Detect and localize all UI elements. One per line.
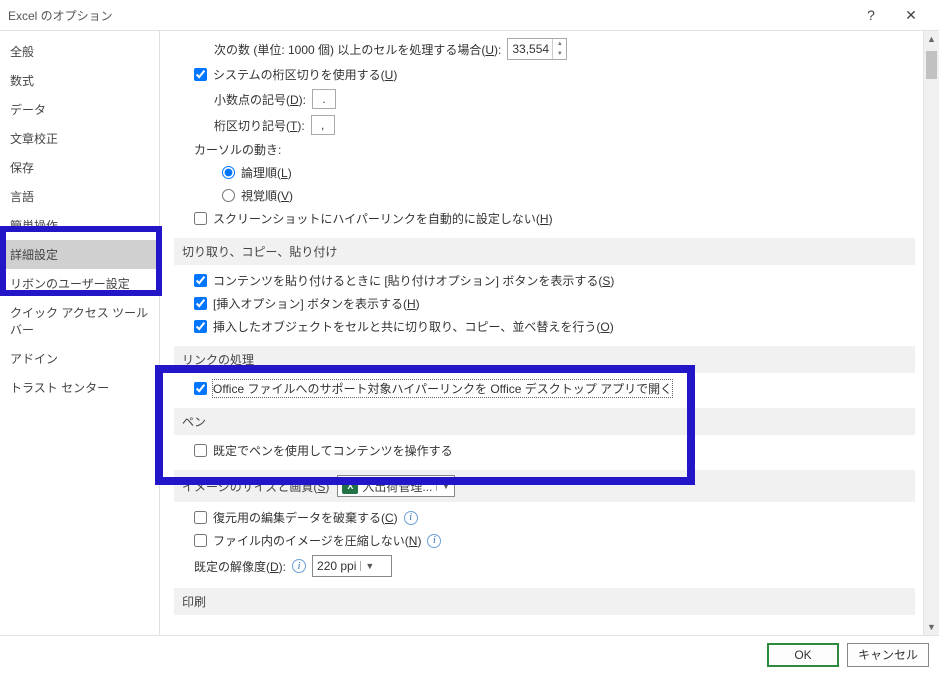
sidebar-item-save[interactable]: 保存 — [0, 153, 159, 182]
sidebar-item-ease[interactable]: 簡単操作 — [0, 211, 159, 240]
no-compress-checkbox[interactable] — [194, 534, 207, 547]
sidebar-item-formulas[interactable]: 数式 — [0, 66, 159, 95]
thousands-separator-label: 桁区切り記号(T): — [214, 117, 305, 134]
office-link-checkbox[interactable] — [194, 382, 207, 395]
sidebar-item-addins[interactable]: アドイン — [0, 344, 159, 373]
default-resolution-value: 220 ppi — [317, 559, 356, 573]
screenshot-hyperlink-checkbox[interactable] — [194, 212, 207, 225]
pen-default-checkbox[interactable] — [194, 444, 207, 457]
sidebar-item-advanced[interactable]: 詳細設定 — [0, 240, 159, 269]
section-pen: ペン — [174, 408, 915, 435]
scroll-up-arrow-icon[interactable]: ▲ — [924, 31, 939, 47]
sidebar-item-general[interactable]: 全般 — [0, 37, 159, 66]
image-workbook-dropdown[interactable]: X 入出荷管理... ▼ — [337, 475, 455, 497]
paste-options-label: コンテンツを貼り付けるときに [貼り付けオプション] ボタンを表示する(S) — [213, 272, 614, 289]
decimal-separator-input[interactable]: . — [312, 89, 336, 109]
paste-options-checkbox[interactable] — [194, 274, 207, 287]
chevron-down-icon: ▼ — [360, 561, 374, 571]
vertical-scrollbar[interactable]: ▲ ▼ — [923, 31, 939, 635]
discard-edit-data-label: 復元用の編集データを破棄する(C) — [213, 509, 398, 526]
info-icon[interactable]: i — [404, 511, 418, 525]
pen-default-label: 既定でペンを使用してコンテンツを操作する — [213, 442, 453, 459]
insert-options-checkbox[interactable] — [194, 297, 207, 310]
default-resolution-dropdown[interactable]: 220 ppi ▼ — [312, 555, 392, 577]
thousands-separator-input[interactable]: , — [311, 115, 335, 135]
inserted-objects-label: 挿入したオブジェクトをセルと共に切り取り、コピー、並べ替えを行う(O) — [213, 318, 614, 335]
main-panel: ▲ ▼ 次の数 (単位: 1000 個) 以上のセルを処理する場合(U): 33… — [160, 31, 939, 635]
default-resolution-label: 既定の解像度(D): — [194, 558, 286, 575]
ok-button[interactable]: OK — [767, 643, 839, 667]
chevron-down-icon: ▼ — [436, 481, 450, 491]
cursor-logical-radio[interactable] — [222, 166, 235, 179]
cursor-visual-radio[interactable] — [222, 189, 235, 202]
section-link-handling: リンクの処理 — [174, 346, 915, 373]
cells-threshold-value: 33,554 — [512, 42, 549, 56]
image-workbook-value: 入出荷管理... — [362, 478, 432, 495]
no-compress-label: ファイル内のイメージを圧縮しない(N) — [213, 532, 421, 549]
cursor-movement-label: カーソルの動き: — [194, 141, 281, 158]
spinner-up-icon[interactable]: ▲ — [552, 39, 566, 49]
cells-threshold-label: 次の数 (単位: 1000 個) 以上のセルを処理する場合(U): — [214, 41, 501, 58]
sidebar-item-proofing[interactable]: 文章校正 — [0, 124, 159, 153]
sidebar-item-trust[interactable]: トラスト センター — [0, 373, 159, 402]
window-title: Excel のオプション — [8, 7, 851, 24]
scrollbar-thumb[interactable] — [926, 51, 937, 79]
cells-threshold-input[interactable]: 33,554 ▲▼ — [507, 38, 567, 60]
section-image-size-quality: イメージのサイズと画質(S) X 入出荷管理... ▼ — [174, 470, 915, 502]
help-button[interactable]: ? — [851, 1, 891, 29]
scroll-down-arrow-icon[interactable]: ▼ — [924, 619, 939, 635]
sidebar-item-data[interactable]: データ — [0, 95, 159, 124]
screenshot-hyperlink-label: スクリーンショットにハイパーリンクを自動的に設定しない(H) — [213, 210, 553, 227]
category-sidebar: 全般 数式 データ 文章校正 保存 言語 簡単操作 詳細設定 リボンのユーザー設… — [0, 31, 160, 635]
cursor-logical-label: 論理順(L) — [241, 164, 292, 181]
info-icon[interactable]: i — [292, 559, 306, 573]
cancel-button[interactable]: キャンセル — [847, 643, 929, 667]
office-link-label: Office ファイルへのサポート対象ハイパーリンクを Office デスクトッ… — [213, 380, 672, 397]
cursor-visual-label: 視覚順(V) — [241, 187, 293, 204]
sidebar-item-qat[interactable]: クイック アクセス ツール バー — [0, 298, 159, 344]
excel-file-icon: X — [342, 478, 358, 494]
decimal-separator-label: 小数点の記号(D): — [214, 91, 306, 108]
insert-options-label: [挿入オプション] ボタンを表示する(H) — [213, 295, 420, 312]
section-cut-copy-paste: 切り取り、コピー、貼り付け — [174, 238, 915, 265]
sidebar-item-language[interactable]: 言語 — [0, 182, 159, 211]
use-system-separators-checkbox[interactable] — [194, 68, 207, 81]
close-button[interactable]: ✕ — [891, 1, 931, 29]
discard-edit-data-checkbox[interactable] — [194, 511, 207, 524]
use-system-separators-label: システムの桁区切りを使用する(U) — [213, 66, 397, 83]
sidebar-item-ribbon[interactable]: リボンのユーザー設定 — [0, 269, 159, 298]
info-icon[interactable]: i — [427, 534, 441, 548]
spinner-down-icon[interactable]: ▼ — [552, 49, 566, 59]
inserted-objects-checkbox[interactable] — [194, 320, 207, 333]
dialog-footer: OK キャンセル — [0, 635, 939, 673]
section-print: 印刷 — [174, 588, 915, 615]
